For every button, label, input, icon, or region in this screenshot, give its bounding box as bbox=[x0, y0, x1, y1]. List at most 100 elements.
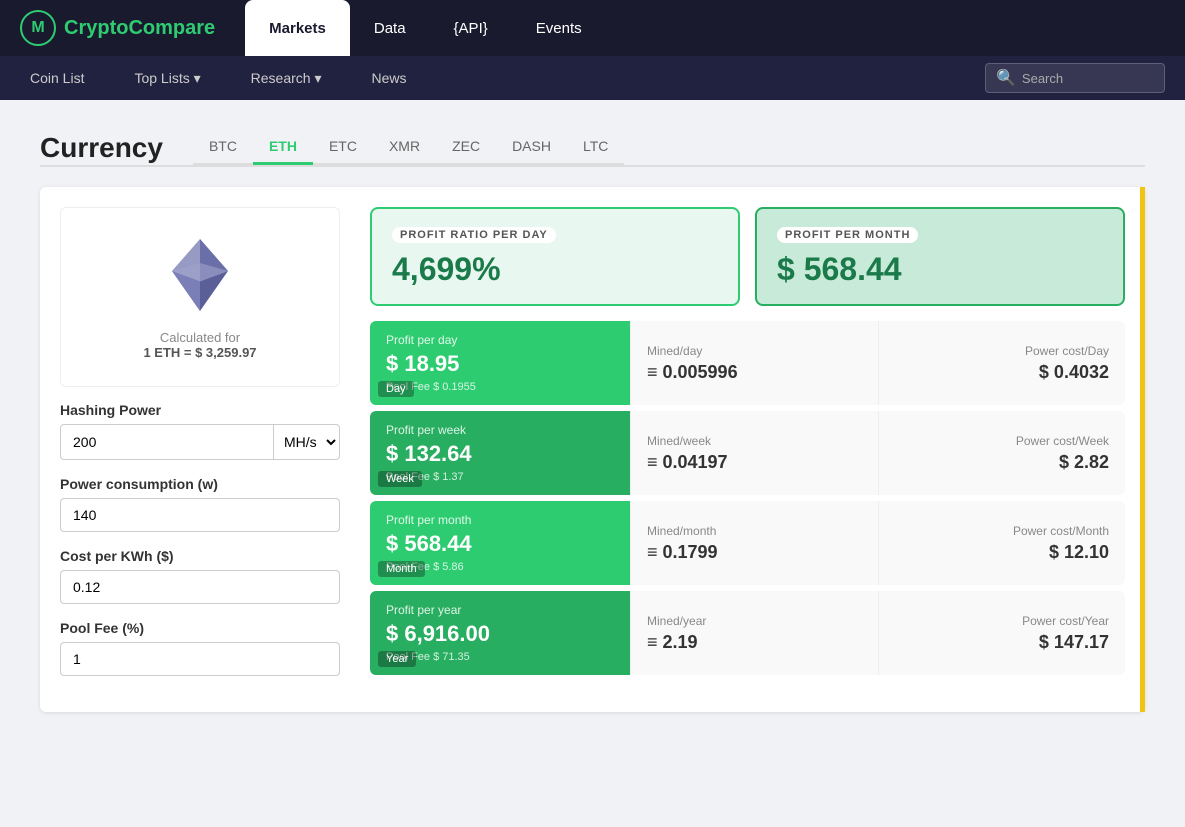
hashing-unit-select[interactable]: MH/s GH/s TH/s bbox=[274, 424, 340, 460]
stat-mined-month: Mined/month ≡ 0.1799 bbox=[630, 501, 878, 585]
profit-month-box: PROFIT PER MONTH $ 568.44 bbox=[755, 207, 1125, 306]
stat-mined-value: ≡ 0.1799 bbox=[647, 542, 862, 563]
top-navigation: M CryptoCompare Markets Data {API} Event… bbox=[0, 0, 1185, 56]
tab-btc[interactable]: BTC bbox=[193, 130, 253, 165]
stat-main-year: Profit per year $ 6,916.00 Pool Fee $ 71… bbox=[370, 591, 630, 675]
hashing-power-group: Hashing Power MH/s GH/s TH/s bbox=[60, 402, 340, 460]
calc-label: Calculated for bbox=[160, 330, 240, 345]
cost-kwh-label: Cost per KWh ($) bbox=[60, 548, 340, 564]
stat-power-day: Power cost/Day $ 0.4032 bbox=[878, 321, 1126, 405]
nav-api[interactable]: {API} bbox=[430, 0, 512, 56]
hashing-power-input[interactable] bbox=[60, 424, 274, 460]
stat-main-value: $ 568.44 bbox=[386, 531, 614, 557]
stats-row-week: Profit per week $ 132.64 Pool Fee $ 1.37… bbox=[370, 411, 1125, 495]
search-icon: 🔍 bbox=[996, 68, 1016, 88]
hashing-power-input-group: MH/s GH/s TH/s bbox=[60, 424, 340, 460]
stat-power-week: Power cost/Week $ 2.82 bbox=[878, 411, 1126, 495]
pool-fee-group: Pool Fee (%) bbox=[60, 620, 340, 676]
currency-tabs: BTC ETH ETC XMR ZEC DASH LTC bbox=[193, 130, 624, 165]
pool-fee-label: Pool Fee (%) bbox=[60, 620, 340, 636]
hashing-power-label: Hashing Power bbox=[60, 402, 340, 418]
stat-main-label: Profit per day bbox=[386, 333, 614, 347]
stat-power-year: Power cost/Year $ 147.17 bbox=[878, 591, 1126, 675]
main-nav-items: Markets Data {API} Events bbox=[245, 0, 605, 56]
stats-row-month: Profit per month $ 568.44 Pool Fee $ 5.8… bbox=[370, 501, 1125, 585]
stat-main-month: Profit per month $ 568.44 Pool Fee $ 5.8… bbox=[370, 501, 630, 585]
tab-eth[interactable]: ETH bbox=[253, 130, 313, 165]
nav-events[interactable]: Events bbox=[512, 0, 606, 56]
stat-main-week: Profit per week $ 132.64 Pool Fee $ 1.37… bbox=[370, 411, 630, 495]
stat-power-value: $ 0.4032 bbox=[895, 362, 1110, 383]
power-consumption-label: Power consumption (w) bbox=[60, 476, 340, 492]
period-badge: Year bbox=[378, 651, 416, 667]
period-badge: Day bbox=[378, 381, 414, 397]
subnav-research[interactable]: Research ▾ bbox=[241, 56, 332, 100]
stat-mined-value: ≡ 2.19 bbox=[647, 632, 862, 653]
power-consumption-input[interactable] bbox=[60, 498, 340, 532]
period-badge: Week bbox=[378, 471, 422, 487]
sub-navigation: Coin List Top Lists ▾ Research ▾ News 🔍 bbox=[0, 56, 1185, 100]
stat-mined-label: Mined/month bbox=[647, 524, 862, 538]
profit-month-label: PROFIT PER MONTH bbox=[777, 227, 918, 243]
subnav-top-lists[interactable]: Top Lists ▾ bbox=[124, 56, 210, 100]
content-card: Calculated for 1 ETH = $ 3,259.97 Hashin… bbox=[40, 187, 1145, 712]
stat-main-value: $ 18.95 bbox=[386, 351, 614, 377]
stat-power-label: Power cost/Year bbox=[895, 614, 1110, 628]
subnav-coin-list[interactable]: Coin List bbox=[20, 56, 94, 100]
stat-mined-week: Mined/week ≡ 0.04197 bbox=[630, 411, 878, 495]
eth-logo-box: Calculated for 1 ETH = $ 3,259.97 bbox=[60, 207, 340, 387]
cost-kwh-group: Cost per KWh ($) bbox=[60, 548, 340, 604]
right-panel: PROFIT RATIO PER DAY 4,699% PROFIT PER M… bbox=[370, 207, 1125, 692]
summary-row: PROFIT RATIO PER DAY 4,699% PROFIT PER M… bbox=[370, 207, 1125, 306]
nav-markets[interactable]: Markets bbox=[245, 0, 350, 56]
tab-xmr[interactable]: XMR bbox=[373, 130, 436, 165]
stats-row-year: Profit per year $ 6,916.00 Pool Fee $ 71… bbox=[370, 591, 1125, 675]
stat-mined-value: ≡ 0.005996 bbox=[647, 362, 862, 383]
tab-dash[interactable]: DASH bbox=[496, 130, 567, 165]
stat-main-day: Profit per day $ 18.95 Pool Fee $ 0.1955… bbox=[370, 321, 630, 405]
nav-data[interactable]: Data bbox=[350, 0, 430, 56]
search-input[interactable] bbox=[1022, 71, 1154, 86]
pool-fee-input[interactable] bbox=[60, 642, 340, 676]
tab-ltc[interactable]: LTC bbox=[567, 130, 624, 165]
profit-ratio-box: PROFIT RATIO PER DAY 4,699% bbox=[370, 207, 740, 306]
stat-power-label: Power cost/Month bbox=[895, 524, 1110, 538]
stat-main-label: Profit per month bbox=[386, 513, 614, 527]
stat-mined-value: ≡ 0.04197 bbox=[647, 452, 862, 473]
stat-power-label: Power cost/Week bbox=[895, 434, 1110, 448]
tab-zec[interactable]: ZEC bbox=[436, 130, 496, 165]
stat-main-label: Profit per week bbox=[386, 423, 614, 437]
logo-icon: M bbox=[20, 10, 56, 46]
logo[interactable]: M CryptoCompare bbox=[20, 10, 215, 46]
stat-power-label: Power cost/Day bbox=[895, 344, 1110, 358]
stat-main-value: $ 6,916.00 bbox=[386, 621, 614, 647]
stat-power-month: Power cost/Month $ 12.10 bbox=[878, 501, 1126, 585]
stat-power-value: $ 12.10 bbox=[895, 542, 1110, 563]
logo-text: CryptoCompare bbox=[64, 17, 215, 40]
stat-mined-label: Mined/year bbox=[647, 614, 862, 628]
stat-power-value: $ 147.17 bbox=[895, 632, 1110, 653]
search-box[interactable]: 🔍 bbox=[985, 63, 1165, 93]
stat-main-label: Profit per year bbox=[386, 603, 614, 617]
stat-mined-label: Mined/week bbox=[647, 434, 862, 448]
stat-mined-label: Mined/day bbox=[647, 344, 862, 358]
stat-pool-fee: Pool Fee $ 0.1955 bbox=[386, 381, 614, 393]
profit-ratio-label: PROFIT RATIO PER DAY bbox=[392, 227, 556, 243]
stats-container: Profit per day $ 18.95 Pool Fee $ 0.1955… bbox=[370, 321, 1125, 675]
power-consumption-group: Power consumption (w) bbox=[60, 476, 340, 532]
stat-mined-day: Mined/day ≡ 0.005996 bbox=[630, 321, 878, 405]
tab-etc[interactable]: ETC bbox=[313, 130, 373, 165]
yellow-accent-bar bbox=[1140, 187, 1145, 712]
subnav-news[interactable]: News bbox=[361, 56, 416, 100]
stat-mined-year: Mined/year ≡ 2.19 bbox=[630, 591, 878, 675]
main-content: Currency BTC ETH ETC XMR ZEC DASH LTC bbox=[0, 100, 1185, 827]
stat-pool-fee: Pool Fee $ 71.35 bbox=[386, 651, 614, 663]
page-title: Currency bbox=[40, 132, 163, 164]
stats-row-day: Profit per day $ 18.95 Pool Fee $ 0.1955… bbox=[370, 321, 1125, 405]
profit-ratio-value: 4,699% bbox=[392, 251, 718, 288]
cost-kwh-input[interactable] bbox=[60, 570, 340, 604]
left-panel: Calculated for 1 ETH = $ 3,259.97 Hashin… bbox=[60, 207, 340, 692]
period-badge: Month bbox=[378, 561, 425, 577]
stat-power-value: $ 2.82 bbox=[895, 452, 1110, 473]
stat-main-value: $ 132.64 bbox=[386, 441, 614, 467]
